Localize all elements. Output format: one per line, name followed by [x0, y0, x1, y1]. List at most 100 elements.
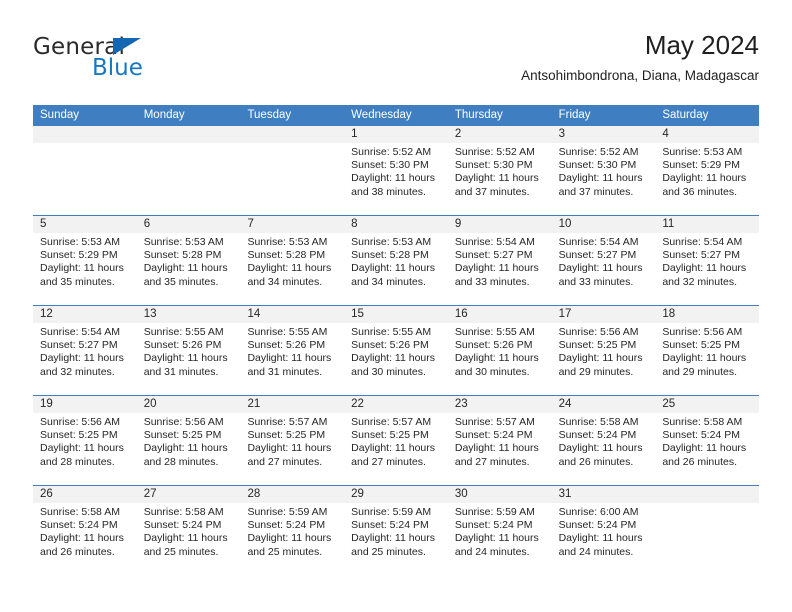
day-cell[interactable]: Sunrise: 5:52 AM Sunset: 5:30 PM Daylight:… — [552, 143, 656, 215]
day-daylight-1-text: Daylight: 11 hours — [351, 442, 436, 455]
day-cell[interactable]: Sunrise: 5:57 AM Sunset: 5:25 PM Daylight:… — [240, 413, 344, 485]
day-daylight-1-text: Daylight: 11 hours — [558, 262, 643, 275]
day-sunrise-text: Sunrise: 5:56 AM — [143, 416, 224, 428]
day-cell[interactable]: Sunrise: 5:52 AM Sunset: 5:30 PM Daylight:… — [344, 143, 448, 215]
day-sunrise-text: Sunrise: 5:59 AM — [247, 506, 328, 518]
calendar-page: General Blue May 2024 Antsohimbondrona, … — [0, 0, 792, 612]
week-row: 26 27 28 29 30 31 Sunrise: 5:58 AM Sunset: 5:24… — [33, 485, 759, 575]
brand-logo[interactable]: General Blue — [33, 34, 273, 90]
day-cell[interactable]: Sunrise: 5:59 AM Sunset: 5:24 PM Daylight:… — [448, 503, 552, 575]
day-number[interactable]: 9 — [448, 216, 552, 233]
day-daylight-2-text: and 24 minutes. — [454, 545, 530, 558]
day-cell[interactable]: Sunrise: 5:56 AM Sunset: 5:25 PM Daylight:… — [655, 323, 759, 395]
day-cell[interactable]: Sunrise: 5:54 AM Sunset: 5:27 PM Daylight:… — [552, 233, 656, 305]
day-daylight-1-text: Daylight: 11 hours — [351, 532, 436, 545]
day-cell[interactable]: Sunrise: 5:53 AM Sunset: 5:28 PM Daylight:… — [240, 233, 344, 305]
day-cell[interactable]: Sunrise: 5:55 AM Sunset: 5:26 PM Daylight:… — [137, 323, 241, 395]
day-number[interactable]: 29 — [344, 486, 448, 503]
day-cell[interactable]: Sunrise: 5:53 AM Sunset: 5:29 PM Daylight:… — [33, 233, 137, 305]
day-number[interactable]: 25 — [655, 396, 759, 413]
day-daylight-2-text: and 25 minutes. — [143, 545, 219, 558]
day-number[interactable]: 19 — [33, 396, 137, 413]
day-daylight-1-text: Daylight: 11 hours — [351, 352, 436, 365]
day-number-row: 1234 — [33, 126, 759, 143]
day-daylight-1-text: Daylight: 11 hours — [662, 172, 747, 185]
day-number[interactable]: 28 — [240, 486, 344, 503]
day-number[interactable]: 12 — [33, 306, 137, 323]
day-cell[interactable]: Sunrise: 5:59 AM Sunset: 5:24 PM Daylight:… — [240, 503, 344, 575]
title-block: May 2024 Antsohimbondrona, Diana, Madaga… — [521, 28, 759, 86]
week-row: 5 6 7 8 9 10 11 Sunrise: 5:53 AM Sunset: 5:29 PM… — [33, 215, 759, 305]
day-number[interactable]: 17 — [552, 306, 656, 323]
day-number[interactable]: 13 — [137, 306, 241, 323]
day-number[interactable]: 26 — [33, 486, 137, 503]
day-cell[interactable]: Sunrise: 5:56 AM Sunset: 5:25 PM Daylight:… — [552, 323, 656, 395]
day-number[interactable]: 10 — [552, 216, 656, 233]
weekday-header-friday: Friday — [558, 109, 591, 121]
day-cell[interactable]: Sunrise: 5:55 AM Sunset: 5:26 PM Daylight:… — [448, 323, 552, 395]
day-cell[interactable]: Sunrise: 5:54 AM Sunset: 5:27 PM Daylight:… — [655, 233, 759, 305]
day-cell[interactable]: Sunrise: 5:57 AM Sunset: 5:24 PM Daylight:… — [448, 413, 552, 485]
day-cell[interactable]: Sunrise: 5:58 AM Sunset: 5:24 PM Daylight:… — [552, 413, 656, 485]
day-cell[interactable]: Sunrise: 6:00 AM Sunset: 5:24 PM Daylight:… — [552, 503, 656, 575]
day-cell[interactable]: Sunrise: 5:56 AM Sunset: 5:25 PM Daylight:… — [33, 413, 137, 485]
day-number[interactable]: 20 — [137, 396, 241, 413]
day-number[interactable]: 3 — [552, 126, 656, 143]
day-sunset-text: Sunset: 5:28 PM — [143, 249, 222, 262]
day-daylight-2-text: and 35 minutes. — [143, 275, 219, 288]
day-cell[interactable]: Sunrise: 5:58 AM Sunset: 5:24 PM Daylight:… — [137, 503, 241, 575]
day-sunset-text: Sunset: 5:24 PM — [558, 429, 637, 442]
day-cell[interactable]: Sunrise: 5:53 AM Sunset: 5:28 PM Daylight:… — [137, 233, 241, 305]
day-number[interactable]: 23 — [448, 396, 552, 413]
day-cell[interactable]: Sunrise: 5:58 AM Sunset: 5:24 PM Daylight:… — [655, 413, 759, 485]
day-daylight-2-text: and 37 minutes. — [454, 185, 530, 198]
day-sunset-text: Sunset: 5:24 PM — [454, 519, 533, 532]
day-number[interactable]: 8 — [344, 216, 448, 233]
day-cell[interactable]: Sunrise: 5:54 AM Sunset: 5:27 PM Daylight:… — [448, 233, 552, 305]
day-cell[interactable]: Sunrise: 5:54 AM Sunset: 5:27 PM Daylight:… — [33, 323, 137, 395]
day-number[interactable]: 16 — [448, 306, 552, 323]
day-number[interactable]: 14 — [240, 306, 344, 323]
day-sunrise-text: Sunrise: 5:54 AM — [40, 326, 120, 338]
day-sunset-text: Sunset: 5:24 PM — [40, 519, 118, 532]
day-number[interactable]: 7 — [240, 216, 344, 233]
day-number[interactable]: 15 — [344, 306, 448, 323]
day-number[interactable]: 6 — [137, 216, 241, 233]
day-daylight-1-text: Daylight: 11 hours — [454, 262, 539, 275]
day-cell[interactable]: Sunrise: 5:52 AM Sunset: 5:30 PM Daylight:… — [448, 143, 552, 215]
day-sunrise-text: Sunrise: 5:56 AM — [40, 416, 120, 428]
day-number[interactable]: 22 — [344, 396, 448, 413]
day-number[interactable]: 30 — [448, 486, 552, 503]
weekday-header-saturday: Saturday — [662, 109, 709, 121]
day-daylight-2-text: and 33 minutes. — [558, 275, 634, 288]
day-daylight-2-text: and 31 minutes. — [143, 365, 219, 378]
day-number[interactable]: 4 — [655, 126, 759, 143]
day-daylight-1-text: Daylight: 11 hours — [40, 352, 124, 365]
day-number[interactable]: 27 — [137, 486, 241, 503]
day-number[interactable]: 5 — [33, 216, 137, 233]
day-number[interactable]: 18 — [655, 306, 759, 323]
day-cell[interactable]: Sunrise: 5:59 AM Sunset: 5:24 PM Daylight:… — [344, 503, 448, 575]
day-number[interactable]: 24 — [552, 396, 656, 413]
day-cell[interactable]: Sunrise: 5:56 AM Sunset: 5:25 PM Daylight:… — [137, 413, 241, 485]
day-sunrise-text: Sunrise: 5:56 AM — [558, 326, 639, 338]
day-number[interactable]: 1 — [344, 126, 448, 143]
day-number[interactable]: 31 — [552, 486, 656, 503]
day-number[interactable]: 2 — [448, 126, 552, 143]
day-sunset-text: Sunset: 5:26 PM — [351, 339, 429, 352]
day-cell[interactable]: Sunrise: 5:58 AM Sunset: 5:24 PM Daylight:… — [33, 503, 137, 575]
day-sunrise-text: Sunrise: 5:58 AM — [40, 506, 120, 518]
day-sunset-text: Sunset: 5:29 PM — [40, 249, 118, 262]
day-content-row: Sunrise: 5:53 AM Sunset: 5:29 PM Daylight:… — [33, 233, 759, 305]
week-row: 12 13 14 15 16 17 18 Sunrise: 5:54 AM Sunset: 5:… — [33, 305, 759, 395]
day-cell[interactable]: Sunrise: 5:53 AM Sunset: 5:29 PM Daylight:… — [655, 143, 759, 215]
day-number[interactable]: 11 — [655, 216, 759, 233]
day-sunset-text: Sunset: 5:26 PM — [454, 339, 533, 352]
day-number[interactable]: 21 — [240, 396, 344, 413]
day-sunrise-text: Sunrise: 5:55 AM — [454, 326, 535, 338]
day-cell[interactable]: Sunrise: 5:55 AM Sunset: 5:26 PM Daylight:… — [344, 323, 448, 395]
day-sunset-text: Sunset: 5:30 PM — [454, 159, 533, 172]
day-cell[interactable]: Sunrise: 5:55 AM Sunset: 5:26 PM Daylight:… — [240, 323, 344, 395]
day-cell[interactable]: Sunrise: 5:57 AM Sunset: 5:25 PM Daylight:… — [344, 413, 448, 485]
day-cell[interactable]: Sunrise: 5:53 AM Sunset: 5:28 PM Daylight:… — [344, 233, 448, 305]
